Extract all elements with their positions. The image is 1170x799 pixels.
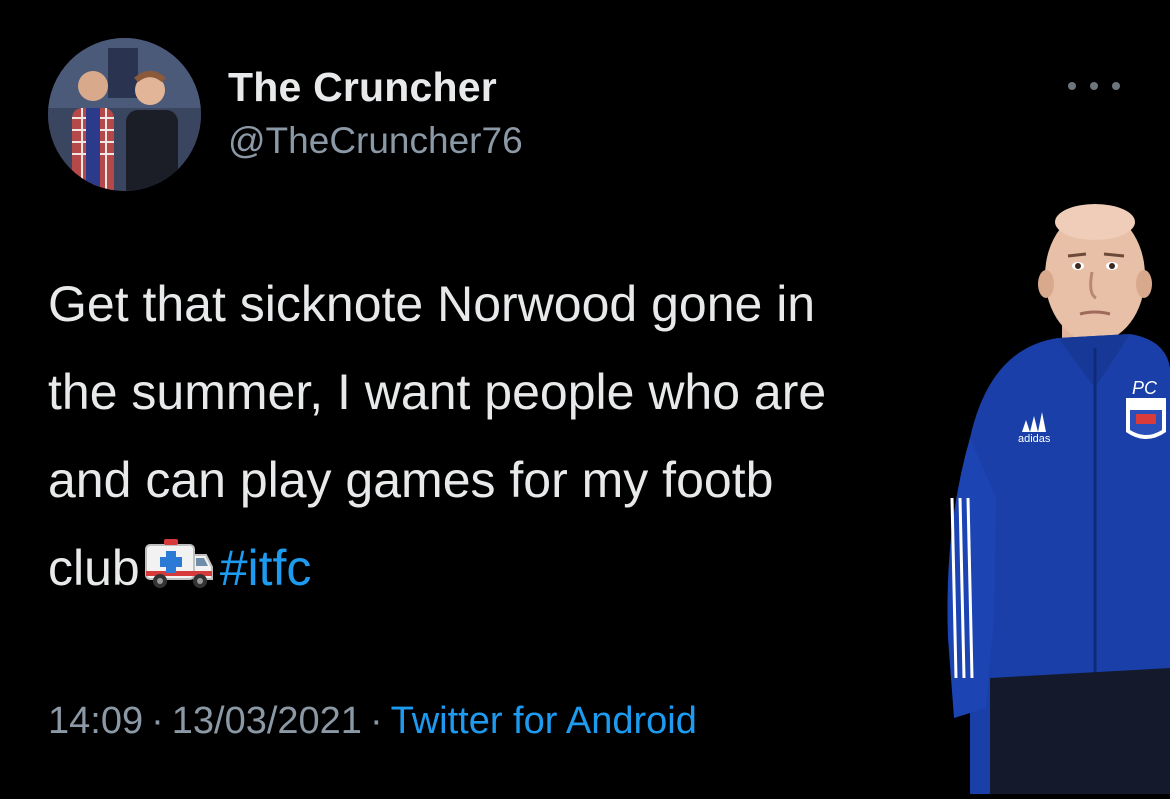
badge-text: PC <box>1132 378 1158 398</box>
ambulance-icon <box>144 532 214 620</box>
tweet-card: The Cruncher @TheCruncher76 Get that sic… <box>0 0 1170 794</box>
dot <box>1068 82 1076 90</box>
avatar[interactable] <box>48 38 201 191</box>
dot <box>1090 82 1098 90</box>
tweet-time[interactable]: 14:09 <box>48 700 143 742</box>
display-name[interactable]: The Cruncher <box>228 64 497 111</box>
meta-separator: · <box>151 700 164 742</box>
tweet-date[interactable]: 13/03/2021 <box>172 700 362 742</box>
dot <box>1112 82 1120 90</box>
more-horizontal-icon[interactable] <box>1068 74 1120 98</box>
brand-text: adidas <box>1018 433 1051 445</box>
person-photo-cutout: adidas PC <box>930 198 1170 794</box>
tweet-line: club <box>48 540 140 596</box>
tweet-meta: 14:09 · 13/03/2021 · Twitter for Android <box>48 700 697 743</box>
tweet-source-link[interactable]: Twitter for Android <box>391 700 697 742</box>
profile-photo-icon <box>48 38 201 191</box>
hashtag-link[interactable]: #itfc <box>220 540 312 596</box>
user-handle[interactable]: @TheCruncher76 <box>228 120 523 162</box>
meta-separator: · <box>369 700 383 742</box>
